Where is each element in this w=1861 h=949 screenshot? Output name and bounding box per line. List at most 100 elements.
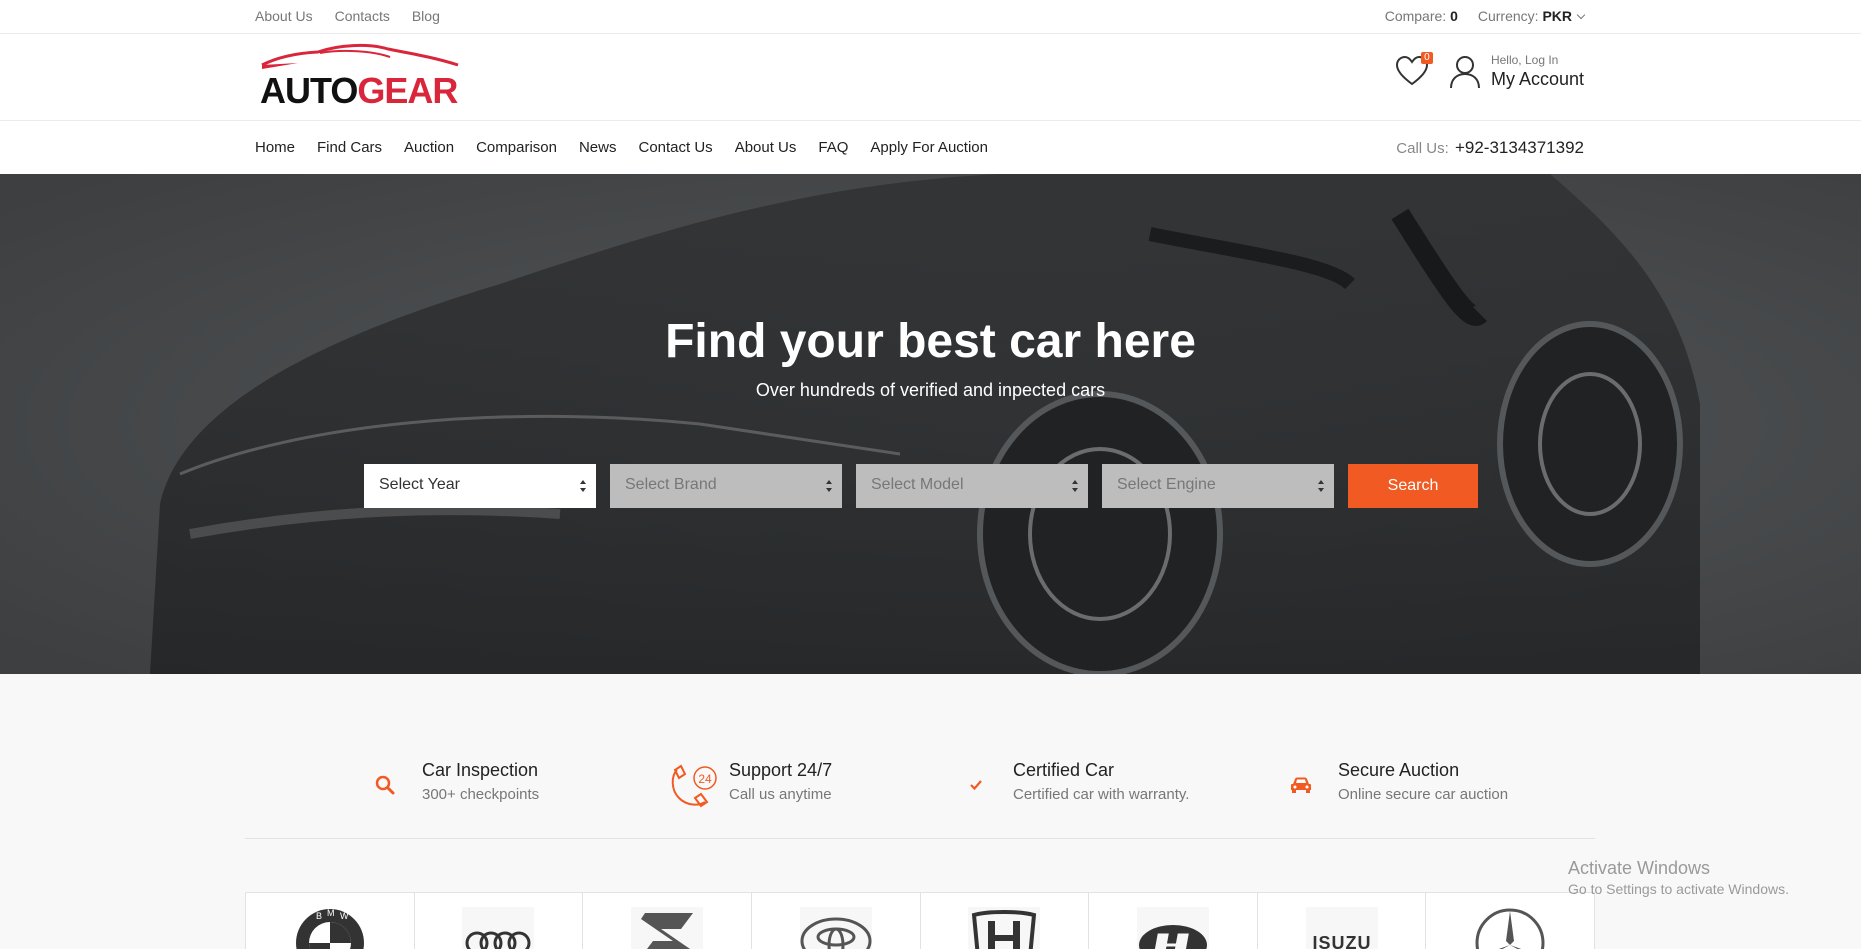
select-arrows-icon	[1072, 480, 1078, 492]
nav-item-faq[interactable]: FAQ	[818, 139, 848, 156]
select-model[interactable]: Select Model	[856, 464, 1088, 508]
select-brand-label: Select Brand	[625, 476, 717, 493]
logo-text-gear: GEAR	[357, 70, 458, 111]
nav-item-news[interactable]: News	[579, 139, 617, 156]
select-engine-label: Select Engine	[1117, 476, 1216, 493]
compare-count: 0	[1450, 8, 1458, 24]
search-button[interactable]: Search	[1348, 464, 1478, 508]
feature-title: Certified Car	[1013, 760, 1115, 780]
search-filters: Select Year Select Brand Select Model Se…	[364, 464, 1478, 508]
select-model-label: Select Model	[871, 476, 964, 493]
top-link-contacts[interactable]: Contacts	[335, 8, 390, 24]
feature-title: Car Inspection	[422, 760, 539, 780]
suzuki-logo-icon	[631, 907, 704, 949]
feature-support: 24 Support 24/7 Call us anytime	[667, 760, 832, 810]
hero-banner: Find your best car here Over hundreds of…	[0, 174, 1861, 674]
svg-text:W: W	[340, 911, 349, 921]
windows-activation-watermark: Activate Windows Go to Settings to activ…	[1568, 858, 1789, 897]
honda-logo-icon	[968, 907, 1041, 949]
support-24-icon: 24	[667, 760, 717, 810]
site-logo[interactable]: AUTOGEAR	[258, 43, 464, 115]
user-icon	[1449, 55, 1480, 88]
account-greeting: Hello, Log In	[1490, 53, 1559, 67]
top-link-about-us[interactable]: About Us	[255, 8, 313, 24]
compare-label: Compare:	[1384, 8, 1447, 24]
brand-strip: B M W ISUZU	[245, 892, 1595, 949]
wishlist-count-badge: 0	[1420, 51, 1433, 64]
watermark-line2: Go to Settings to activate Windows.	[1568, 881, 1789, 897]
top-link-blog[interactable]: Blog	[412, 8, 440, 24]
section-divider	[245, 838, 1595, 839]
feature-desc: Online secure car auction	[1338, 786, 1509, 803]
watermark-line1: Activate Windows	[1568, 858, 1711, 878]
brand-hyundai[interactable]	[1089, 893, 1258, 949]
nav-item-find-cars[interactable]: Find Cars	[317, 139, 382, 156]
nav-item-auction[interactable]: Auction	[404, 139, 454, 156]
hyundai-logo-icon	[1136, 907, 1209, 949]
brand-toyota[interactable]	[751, 893, 921, 949]
audi-logo-icon	[462, 907, 535, 949]
compare-link[interactable]: Compare: 0	[1385, 8, 1458, 24]
top-right: Compare: 0 Currency: PKR	[1385, 8, 1586, 24]
search-icon	[360, 760, 410, 810]
nav-item-contact-us[interactable]: Contact Us	[638, 139, 712, 156]
isuzu-logo-icon: ISUZU	[1305, 907, 1378, 949]
hero-car-image	[0, 174, 1861, 674]
select-arrows-icon	[580, 480, 586, 492]
feature-text: Car Inspection 300+ checkpoints	[422, 760, 539, 803]
svg-text:B: B	[316, 911, 322, 921]
select-brand[interactable]: Select Brand	[610, 464, 842, 508]
logo-text-auto: AUTO	[260, 70, 358, 111]
check-icon	[951, 760, 1001, 810]
brand-suzuki[interactable]	[583, 893, 752, 949]
top-links: About Us Contacts Blog	[255, 8, 462, 24]
feature-car-inspection: Car Inspection 300+ checkpoints	[360, 760, 539, 810]
brand-mercedes[interactable]	[1426, 893, 1595, 949]
feature-text: Certified Car Certified car with warrant…	[1013, 760, 1189, 803]
brand-audi[interactable]	[414, 893, 584, 949]
call-us: Call Us: +92-3134371392	[1396, 138, 1584, 158]
svg-text:M: M	[327, 908, 335, 918]
isuzu-wordmark: ISUZU	[1312, 933, 1371, 949]
feature-desc: Call us anytime	[729, 786, 832, 803]
feature-secure-auction: Secure Auction Online secure car auction	[1276, 760, 1508, 810]
select-year-label: Select Year	[379, 476, 460, 493]
mercedes-logo-icon	[1475, 908, 1545, 949]
features-section: Car Inspection 300+ checkpoints 24 Suppo…	[0, 674, 1861, 949]
car-icon	[1276, 760, 1326, 810]
currency-select[interactable]: Currency: PKR	[1477, 8, 1586, 24]
main-nav: Home Find Cars Auction Comparison News C…	[0, 122, 1861, 174]
svg-text:24: 24	[698, 772, 712, 786]
top-bar: About Us Contacts Blog Compare: 0 Curren…	[0, 0, 1861, 34]
bmw-logo-icon: B M W	[295, 908, 364, 949]
feature-certified: Certified Car Certified car with warrant…	[951, 760, 1189, 810]
toyota-logo-icon	[799, 907, 872, 949]
hero-subtitle: Over hundreds of verified and inpected c…	[755, 380, 1106, 400]
wishlist-button[interactable]: 0	[1395, 51, 1433, 90]
brand-honda[interactable]	[920, 893, 1090, 949]
chevron-down-icon	[1576, 10, 1586, 20]
feature-text: Support 24/7 Call us anytime	[729, 760, 832, 803]
header-actions: 0 Hello, Log In My Account	[1395, 51, 1584, 90]
feature-desc: 300+ checkpoints	[422, 786, 540, 803]
select-engine[interactable]: Select Engine	[1102, 464, 1334, 508]
nav-item-apply-for-auction[interactable]: Apply For Auction	[870, 139, 988, 156]
account-link[interactable]: Hello, Log In My Account	[1449, 53, 1584, 90]
feature-title: Secure Auction	[1338, 760, 1460, 780]
account-text: Hello, Log In My Account	[1491, 53, 1584, 90]
brand-isuzu[interactable]: ISUZU	[1257, 893, 1427, 949]
call-label: Call Us:	[1396, 140, 1449, 157]
main-menu: Home Find Cars Auction Comparison News C…	[255, 139, 1010, 156]
brand-bmw[interactable]: B M W	[246, 893, 415, 949]
hero-title: Find your best car here	[665, 315, 1196, 368]
currency-label: Currency:	[1477, 8, 1539, 24]
feature-text: Secure Auction Online secure car auction	[1338, 760, 1508, 803]
site-header: AUTOGEAR 0 Hello, Log In My Account	[0, 35, 1861, 121]
nav-item-home[interactable]: Home	[255, 139, 295, 156]
select-year[interactable]: Select Year	[364, 464, 596, 508]
currency-value: PKR	[1542, 8, 1572, 24]
nav-item-about-us[interactable]: About Us	[735, 139, 797, 156]
nav-item-comparison[interactable]: Comparison	[476, 139, 557, 156]
call-number[interactable]: +92-3134371392	[1455, 138, 1584, 157]
select-arrows-icon	[1318, 480, 1324, 492]
